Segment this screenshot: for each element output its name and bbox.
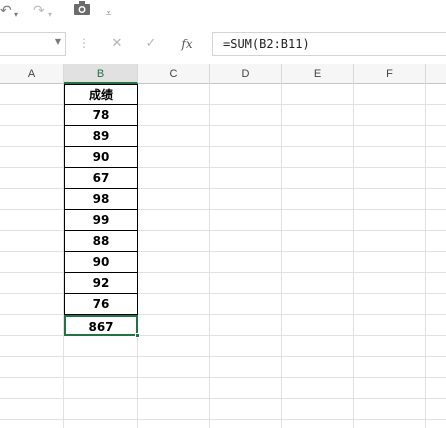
undo-icon[interactable]: ↶: [0, 2, 12, 20]
column-b-cells: 成绩 78 89 90 67 98 99 88 90 92 76 867: [64, 84, 140, 338]
redo-dropdown-icon[interactable]: ▾: [48, 6, 52, 24]
customize-qat-icon[interactable]: ⩡: [106, 5, 111, 23]
cell-b8[interactable]: 88: [64, 231, 138, 252]
formula-bar: ▼ ⋮ ✕ ✓ fx =SUM(B2:B11): [0, 32, 446, 57]
gridline: [0, 377, 446, 378]
name-box[interactable]: ▼: [0, 32, 66, 56]
cell-b5[interactable]: 67: [64, 168, 138, 189]
cell-b3[interactable]: 89: [64, 126, 138, 147]
column-header-e[interactable]: E: [282, 64, 354, 84]
cell-b4[interactable]: 90: [64, 147, 138, 168]
worksheet-grid[interactable]: A B C D E F 成绩 78 89 90 67 98 99 88 90 9…: [0, 64, 446, 428]
redo-icon[interactable]: ↷: [33, 2, 45, 20]
formula-bar-resize-handle[interactable]: ⋮: [78, 36, 90, 50]
cell-b7[interactable]: 99: [64, 210, 138, 231]
column-header-b[interactable]: B: [64, 64, 138, 84]
total-value: 867: [88, 320, 114, 334]
cell-b2[interactable]: 78: [64, 105, 138, 126]
column-header-a[interactable]: A: [0, 64, 64, 84]
column-header-g[interactable]: [426, 64, 446, 84]
gridline: [0, 356, 446, 357]
chevron-down-icon[interactable]: ▼: [55, 37, 61, 46]
undo-dropdown-icon[interactable]: ▾: [14, 6, 18, 24]
gridline: [0, 419, 446, 420]
formula-input[interactable]: =SUM(B2:B11): [212, 32, 446, 56]
gridline: [0, 398, 446, 399]
column-header-c[interactable]: C: [138, 64, 210, 84]
enter-icon[interactable]: ✓: [140, 35, 162, 53]
camera-icon[interactable]: [73, 0, 91, 21]
cell-b12-total[interactable]: 867: [64, 315, 140, 338]
fill-handle[interactable]: [135, 333, 140, 338]
cell-b6[interactable]: 98: [64, 189, 138, 210]
quick-access-toolbar: ↶ ▾ ↷ ▾ ⩡: [0, 0, 446, 24]
cell-b9[interactable]: 90: [64, 252, 138, 273]
cell-b1-header[interactable]: 成绩: [64, 84, 138, 105]
column-header-d[interactable]: D: [210, 64, 282, 84]
insert-function-button[interactable]: fx: [176, 34, 198, 54]
column-header-f[interactable]: F: [354, 64, 426, 84]
cell-b10[interactable]: 92: [64, 273, 138, 294]
cancel-icon[interactable]: ✕: [106, 35, 128, 53]
cell-b11[interactable]: 76: [64, 294, 138, 315]
